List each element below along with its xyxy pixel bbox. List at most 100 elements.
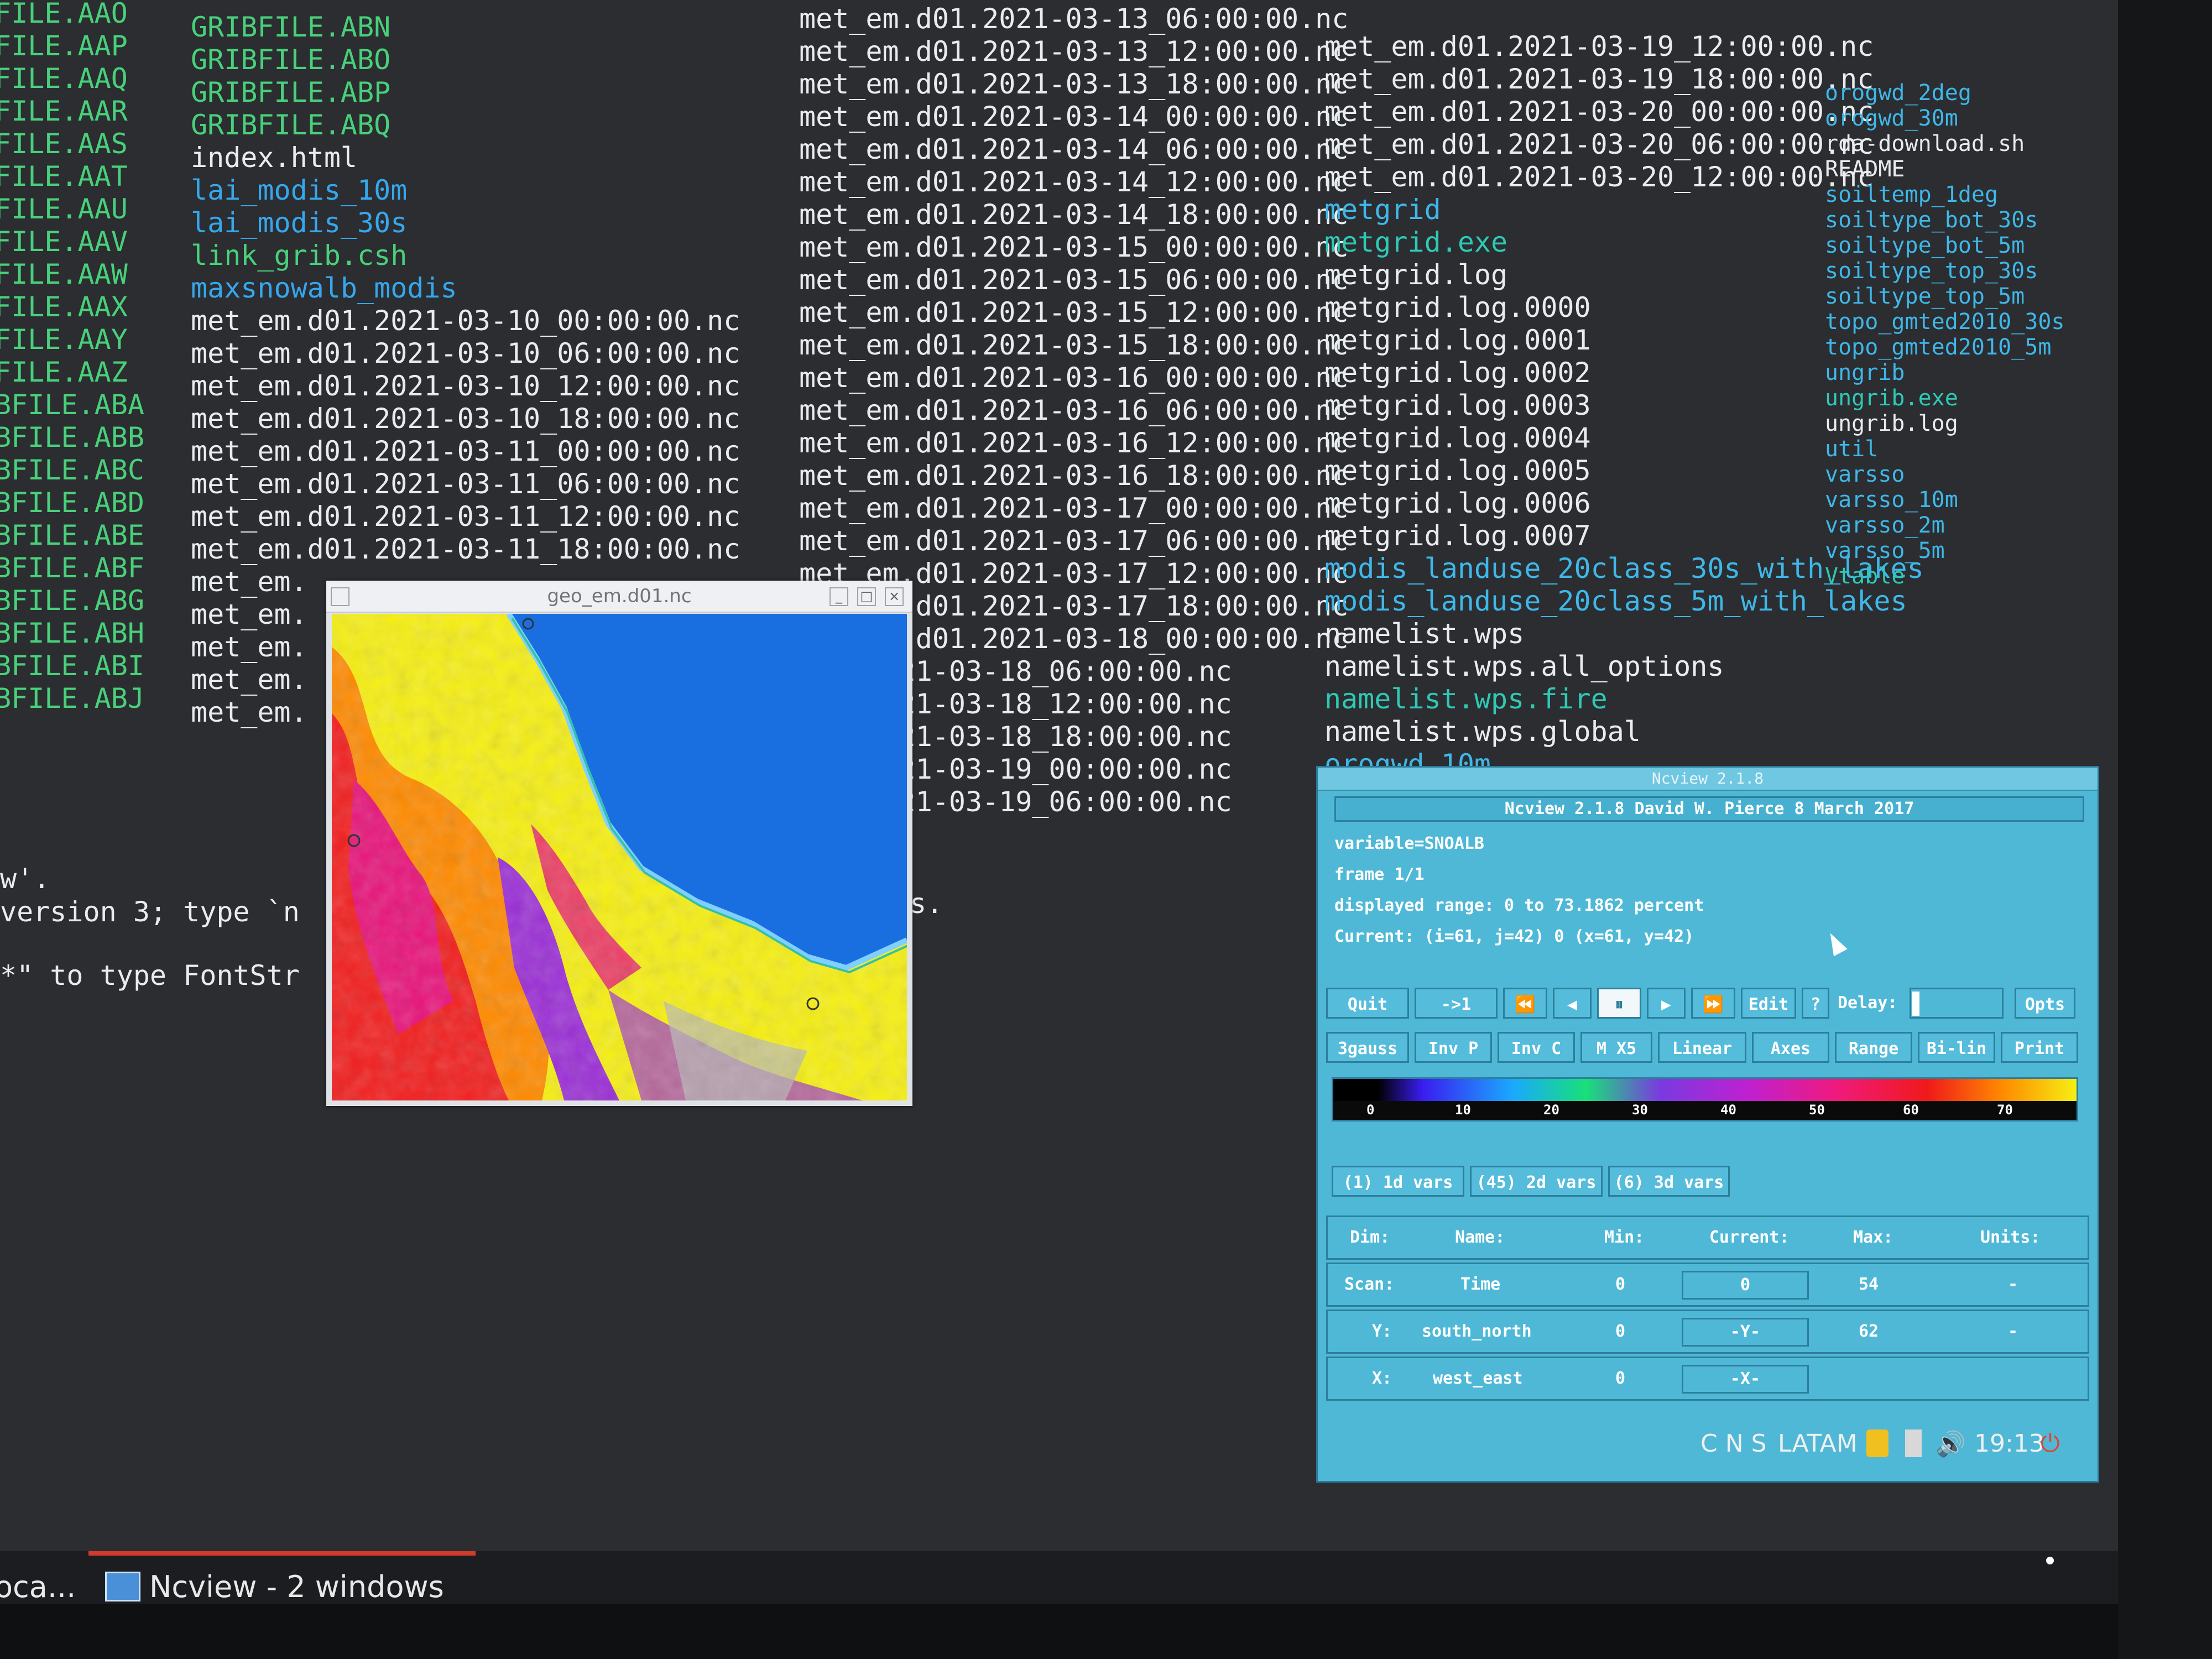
file-column-5: orogwd_2deg orogwd_30m rda-download.sh READ…	[1825, 80, 2064, 589]
file-entry: FILE.AAS	[0, 128, 128, 160]
bilinear-button[interactable]: Bi-lin	[1918, 1032, 1995, 1063]
clock[interactable]: 19:13	[1974, 1430, 2044, 1458]
file-entry: GRIBFILE.ABN	[191, 11, 391, 43]
window-menu-icon[interactable]	[331, 587, 349, 606]
colorbar-tick: 10	[1455, 1102, 1471, 1118]
variable-label: variable=SNOALB	[1334, 834, 1484, 853]
file-entry: FILE.AAT	[0, 160, 128, 192]
file-entry: ungrib.log	[1825, 411, 1958, 436]
opts-button[interactable]: Opts	[2015, 988, 2075, 1019]
current-header: Current:	[1709, 1228, 1790, 1247]
file-entry: soiltype_top_5m	[1825, 284, 2025, 309]
file-entry: met_em.d01.2021-03-14_12:00:00.nc	[799, 166, 1349, 198]
file-entry: met_em.d01.2021-03-10_18:00:00.nc	[191, 403, 740, 435]
file-entry: met_em.d01.2021-03-11_06:00:00.nc	[191, 468, 740, 500]
keyboard-layout[interactable]: LATAM	[1778, 1430, 1858, 1458]
colorbar-tick: 70	[1997, 1102, 2013, 1118]
file-entry: FILE.AAY	[0, 324, 128, 356]
3d-vars-button[interactable]: (6) 3d vars	[1608, 1166, 1730, 1197]
pause-icon[interactable]: ⏸	[1597, 988, 1641, 1019]
quit-button[interactable]: Quit	[1326, 988, 1409, 1019]
colorbar-gradient	[1333, 1079, 2077, 1101]
dim-name: south_north	[1422, 1322, 1532, 1341]
help-button[interactable]: ?	[1802, 988, 1829, 1019]
fast-forward-icon[interactable]: ⏩	[1691, 988, 1735, 1019]
monitor-screen: FILE.AAO FILE.AAP FILE.AAQ FILE.AAR FILE.AAS…	[0, 0, 2118, 1604]
dim-name: Time	[1460, 1275, 1501, 1294]
minimize-icon[interactable]: _	[830, 587, 848, 606]
battery-icon[interactable]	[1866, 1430, 1888, 1457]
dim-units: -	[2008, 1322, 2018, 1341]
dim-current-button[interactable]: 0	[1682, 1271, 1809, 1300]
file-entry: link_grib.csh	[191, 239, 408, 272]
invert-physical-button[interactable]: Inv P	[1415, 1032, 1492, 1063]
dim-min: 0	[1615, 1369, 1626, 1388]
print-button[interactable]: Print	[2001, 1032, 2078, 1063]
file-entry: met_em.d01.2021-03-19_12:00:00.nc	[1324, 30, 1874, 62]
file-entry: met_em.d01.2021-03-10_00:00:00.nc	[191, 305, 740, 337]
ncview-window[interactable]: Ncview 2.1.8 Ncview 2.1.8 David W. Pierc…	[1316, 766, 2099, 1483]
3gauss-button[interactable]: 3gauss	[1326, 1032, 1409, 1063]
geo-em-window[interactable]: geo_em.d01.nc _ □ ×	[326, 581, 912, 1106]
frame-label: frame 1/1	[1334, 865, 1425, 884]
monitor-bezel-bottom	[0, 1604, 2118, 1659]
dims-row-x[interactable]: X: west_east 0 -X-	[1326, 1357, 2089, 1401]
file-entry: met_em.d01.2021-03-11_18:00:00.nc	[191, 533, 740, 565]
file-entry: util	[1825, 436, 1879, 462]
file-entry: BFILE.ABI	[0, 650, 144, 682]
file-entry: met_em.d01.2021-03-11_00:00:00.nc	[191, 435, 740, 467]
snow-albedo-map[interactable]	[332, 614, 907, 1100]
dim-y-label: Y:	[1372, 1322, 1392, 1341]
file-entry: met_em.d01.2021-03-17_06:00:00.nc	[799, 525, 1349, 557]
file-entry: met_em.d01.2021-03-10_06:00:00.nc	[191, 337, 740, 369]
range-label: displayed range: 0 to 73.1862 percent	[1334, 896, 1704, 915]
2d-vars-button[interactable]: (45) 2d vars	[1470, 1166, 1603, 1197]
linear-button[interactable]: Linear	[1658, 1032, 1746, 1063]
magnify-button[interactable]: M X5	[1580, 1032, 1652, 1063]
axes-button[interactable]: Axes	[1752, 1032, 1829, 1063]
file-entry: BFILE.ABF	[0, 552, 144, 584]
dim-min: 0	[1615, 1322, 1626, 1341]
step-back-icon[interactable]: ◀	[1553, 988, 1592, 1019]
file-entry: orogwd_30m	[1825, 106, 1958, 131]
edit-button[interactable]: Edit	[1741, 988, 1796, 1019]
goto-first-button[interactable]: ->1	[1415, 988, 1498, 1019]
range-button[interactable]: Range	[1835, 1032, 1912, 1063]
file-entry: ungrib.exe	[1825, 385, 1958, 411]
delay-slider-thumb[interactable]	[1912, 992, 1919, 1016]
delay-slider[interactable]	[1910, 988, 2004, 1019]
power-icon[interactable]: ⏻	[2041, 1430, 2060, 1458]
current-label: Current: (i=61, j=42) 0 (x=61, y=42)	[1334, 927, 1694, 946]
dim-min: 0	[1615, 1275, 1626, 1294]
colorbar: 0 10 20 30 40 50 60 70	[1332, 1077, 2078, 1121]
taskbar-item-ncview[interactable]: Ncview - 2 windows	[149, 1569, 444, 1604]
file-entry: met_em.d01.2021-03-16_06:00:00.nc	[799, 394, 1349, 426]
close-icon[interactable]: ×	[885, 587, 904, 606]
volume-icon[interactable]: 🔊	[1936, 1430, 1966, 1458]
ncview-titlebar[interactable]: Ncview 2.1.8	[1318, 768, 2098, 791]
file-entry: Vtable	[1825, 564, 1905, 589]
file-entry: FILE.AAZ	[0, 356, 128, 388]
dim-x-axis-button[interactable]: -X-	[1682, 1365, 1809, 1394]
dim-y-axis-button[interactable]: -Y-	[1682, 1318, 1809, 1347]
network-icon[interactable]	[1905, 1430, 1922, 1457]
maximize-icon[interactable]: □	[857, 587, 876, 606]
file-entry: FILE.AAQ	[0, 62, 128, 95]
terminal-message-2: version 3; type `n	[0, 896, 300, 928]
dims-row-time[interactable]: Scan: Time 0 0 54 -	[1326, 1262, 2089, 1307]
step-forward-icon[interactable]: ▶	[1647, 988, 1686, 1019]
file-entry: met_em.d01.2021-03-14_06:00:00.nc	[799, 133, 1349, 165]
colorbar-tick: 50	[1809, 1102, 1825, 1118]
file-entry: maxsnowalb_modis	[191, 272, 457, 304]
1d-vars-button[interactable]: (1) 1d vars	[1332, 1166, 1464, 1197]
colorbar-tick: 60	[1903, 1102, 1919, 1118]
taskbar-item-left[interactable]: oca...	[0, 1569, 76, 1604]
file-entry: topo_gmted2010_30s	[1825, 309, 2065, 335]
rewind-icon[interactable]: ⏪	[1503, 988, 1547, 1019]
dims-row-y[interactable]: Y: south_north 0 -Y- 62 -	[1326, 1310, 2089, 1354]
ncview-app-icon	[105, 1572, 140, 1601]
geo-window-titlebar[interactable]: geo_em.d01.nc _ □ ×	[326, 581, 912, 613]
invert-color-button[interactable]: Inv C	[1498, 1032, 1575, 1063]
file-entry: rda-download.sh	[1825, 131, 2025, 156]
file-entry: met_em.d01.2021-03-16_00:00:00.nc	[799, 362, 1349, 394]
